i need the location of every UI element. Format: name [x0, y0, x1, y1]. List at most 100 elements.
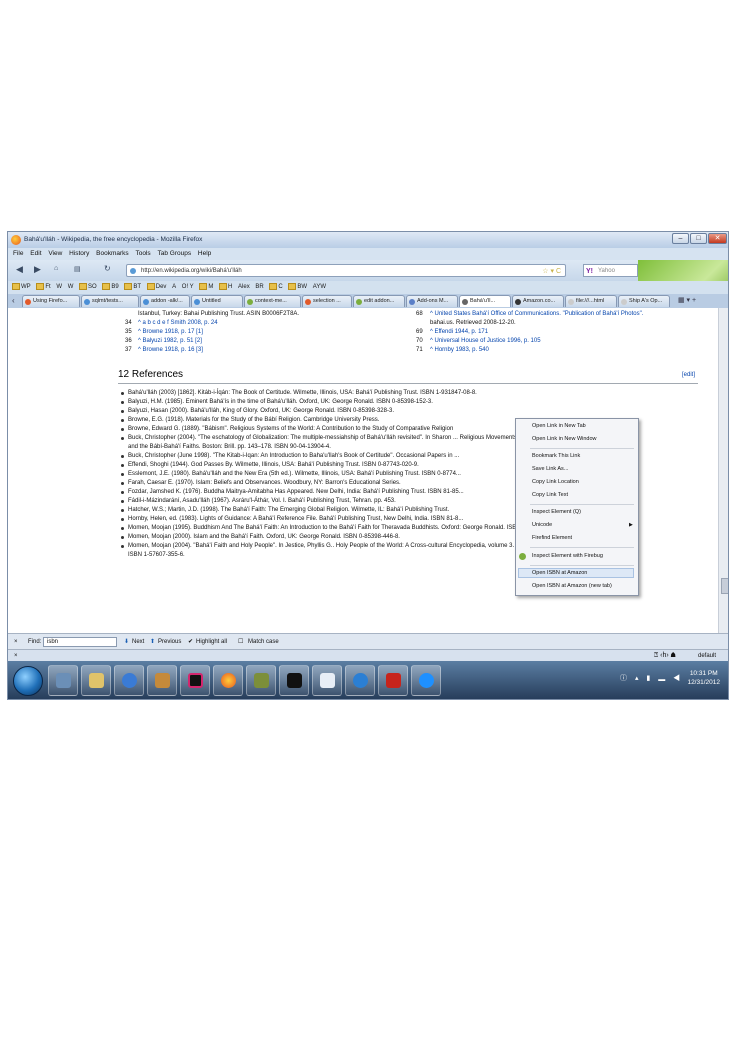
taskbar-app[interactable]	[378, 665, 408, 696]
bookmark-item[interactable]: WP	[12, 281, 31, 294]
taskbar-app[interactable]	[279, 665, 309, 696]
tab[interactable]: Amazon.co...	[512, 295, 564, 307]
reference-item[interactable]: Bahá'u'lláh (2003) [1862]. Kitáb-i-Íqán:…	[128, 389, 477, 397]
list-all-tabs-icon[interactable]: ▦ ▾ +	[678, 296, 696, 304]
menu-open-isbn-amazon-new-tab[interactable]: Open ISBN at Amazon (new tab)	[532, 583, 612, 589]
bookmark-item[interactable]: Alex	[238, 281, 250, 294]
close-button[interactable]: ✕	[708, 233, 727, 244]
note-link[interactable]: ^ Effendi 1944, p. 171	[430, 328, 488, 336]
menu-copy-link-text[interactable]: Copy Link Text	[532, 492, 568, 498]
match-case-checkbox[interactable]: ☐	[238, 634, 243, 650]
menu-open-isbn-amazon[interactable]: Open ISBN at Amazon	[532, 570, 587, 576]
reference-item[interactable]: Buck, Christopher (June 1998). "The Kita…	[128, 452, 459, 460]
bookmark-item[interactable]: B9	[102, 281, 119, 294]
note-link[interactable]: ^ Hornby 1983, p. 540	[430, 346, 489, 354]
reference-item[interactable]: Balyuzi, Hasan (2000). Bahá'u'lláh, King…	[128, 407, 394, 415]
tab[interactable]: Using Firefo...	[22, 295, 80, 307]
find-previous-button[interactable]: Previous	[158, 634, 181, 650]
menu-bookmark-link[interactable]: Bookmark This Link	[532, 453, 580, 459]
find-input[interactable]: isbn	[43, 637, 117, 647]
bookmark-item[interactable]: O! Y	[182, 281, 194, 294]
bookmark-item[interactable]: Dev	[146, 281, 166, 294]
menu-firefind-element[interactable]: Firefind Element	[532, 535, 572, 541]
reference-item[interactable]: Browne, E.G. (1918). Materials for the S…	[128, 416, 379, 424]
tab[interactable]: edit addon...	[353, 295, 405, 307]
menu-open-link-new-tab[interactable]: Open Link in New Tab	[532, 423, 586, 429]
tab-active[interactable]: Bahá'u'll...	[459, 295, 511, 307]
note-link[interactable]: ^ United States Bahá'í Office of Communi…	[430, 310, 643, 318]
reference-item-continued[interactable]: and the Bábí-Bahá'í Faiths. Boston: Bril…	[128, 443, 331, 451]
clock[interactable]: 10:31 PM 12/31/2012	[687, 669, 720, 687]
reference-item[interactable]: Momen, Moojan (1995). Buddhism And The B…	[128, 524, 563, 532]
menu-inspect-element[interactable]: Inspect Element (Q)	[532, 509, 581, 515]
tab-scroll-left-icon[interactable]: ‹	[12, 296, 15, 305]
bookmark-item[interactable]: Ft	[36, 281, 51, 294]
reference-item[interactable]: Balyuzi, H.M. (1985). Eminent Bahá'ís in…	[128, 398, 433, 406]
note-link[interactable]: ^ Balyuzi 1982, p. 51 [2]	[138, 337, 202, 345]
tab[interactable]: file:///...html	[565, 295, 617, 307]
bookmark-item[interactable]: AYW	[313, 281, 326, 294]
menu-tools[interactable]: Tools	[135, 250, 150, 257]
bookmark-item[interactable]: W	[68, 281, 74, 294]
menu-inspect-with-firebug[interactable]: Inspect Element with Firebug	[532, 553, 603, 559]
reference-item[interactable]: Farah, Caesar E. (1970). Islam: Beliefs …	[128, 479, 401, 487]
menu-open-link-new-window[interactable]: Open Link in New Window	[532, 436, 597, 442]
menu-file[interactable]: File	[13, 250, 23, 257]
edit-section-link[interactable]: [edit]	[682, 372, 695, 378]
note-link[interactable]: ^ a b c d e f Smith 2008, p. 24	[138, 319, 218, 327]
note-link[interactable]: ^ Browne 1918, p. 17 [1]	[138, 328, 203, 336]
tab[interactable]: selection ...	[302, 295, 352, 307]
close-find-bar-icon[interactable]: ×	[14, 634, 18, 650]
taskbar-app[interactable]	[312, 665, 342, 696]
menu-history[interactable]: History	[69, 250, 89, 257]
scrollbar-thumb[interactable]	[721, 578, 728, 594]
tab[interactable]: sqlmt/tests...	[81, 295, 139, 307]
reference-item[interactable]: Buck, Christopher (2004). "The eschatolo…	[128, 434, 517, 442]
bookmark-item[interactable]: M	[199, 281, 213, 294]
tab[interactable]: Ship A's Op...	[618, 295, 670, 307]
taskbar-app[interactable]	[81, 665, 111, 696]
note-link[interactable]: ^ Universal House of Justice 1996, p. 10…	[430, 337, 541, 345]
reference-item-continued[interactable]: ISBN 1-57607-355-6.	[128, 551, 185, 559]
reference-item[interactable]: Momen, Moojan (2000). Islam and the Bahá…	[128, 533, 400, 541]
maximize-button[interactable]: □	[690, 233, 707, 244]
vertical-scrollbar[interactable]	[718, 308, 728, 633]
reference-item[interactable]: Browne, Edward G. (1889). "Bábism". Reli…	[128, 425, 453, 433]
bookmark-item[interactable]: BW	[288, 281, 307, 294]
home-icon[interactable]: ⌂	[54, 265, 58, 272]
tab[interactable]: context-me...	[244, 295, 301, 307]
menu-copy-link-location[interactable]: Copy Link Location	[532, 479, 579, 485]
note-link[interactable]: ^ Browne 1918, p. 16 [3]	[138, 346, 203, 354]
bookmark-item[interactable]: C	[269, 281, 283, 294]
page-icon[interactable]: ▤	[74, 265, 81, 273]
find-next-button[interactable]: Next	[132, 634, 144, 650]
forward-icon[interactable]: ▶	[34, 264, 41, 275]
reference-item[interactable]: Fozdar, Jamshed K. (1976). Buddha Maitry…	[128, 488, 464, 496]
menu-tab-groups[interactable]: Tab Groups	[157, 250, 191, 257]
taskbar-app[interactable]	[411, 665, 441, 696]
taskbar-app[interactable]	[114, 665, 144, 696]
taskbar-app[interactable]	[147, 665, 177, 696]
menu-help[interactable]: Help	[198, 250, 211, 257]
menu-bookmarks[interactable]: Bookmarks	[96, 250, 129, 257]
reference-item[interactable]: Effendi, Shoghi (1944). God Passes By. W…	[128, 461, 419, 469]
menu-unicode[interactable]: Unicode	[532, 522, 552, 528]
tab[interactable]: Untitled	[191, 295, 243, 307]
taskbar-app[interactable]	[48, 665, 78, 696]
taskbar-app[interactable]	[345, 665, 375, 696]
taskbar-app-firefox[interactable]	[213, 665, 243, 696]
search-box[interactable]: Y! Yahoo	[583, 264, 638, 277]
menu-edit[interactable]: Edit	[30, 250, 41, 257]
reference-item[interactable]: Fádil-i-Mázindarání, Asadu'lláh (1967). …	[128, 497, 396, 505]
bookmark-item[interactable]: BR	[255, 281, 263, 294]
highlight-all-button[interactable]: Highlight all	[196, 634, 227, 650]
reference-item[interactable]: Esslemont, J.E. (1980). Bahá'u'lláh and …	[128, 470, 461, 478]
tab[interactable]: Add-ons M...	[406, 295, 458, 307]
tab[interactable]: addon -alk/...	[140, 295, 190, 307]
url-bar[interactable]: http://en.wikipedia.org/wiki/Bahá'u'lláh…	[126, 264, 566, 277]
taskbar-app[interactable]	[246, 665, 276, 696]
reload-icon[interactable]: ↻	[104, 264, 111, 273]
bookmark-item[interactable]: BT	[124, 281, 141, 294]
start-button[interactable]	[13, 666, 43, 696]
bookmark-item[interactable]: A	[172, 281, 176, 294]
